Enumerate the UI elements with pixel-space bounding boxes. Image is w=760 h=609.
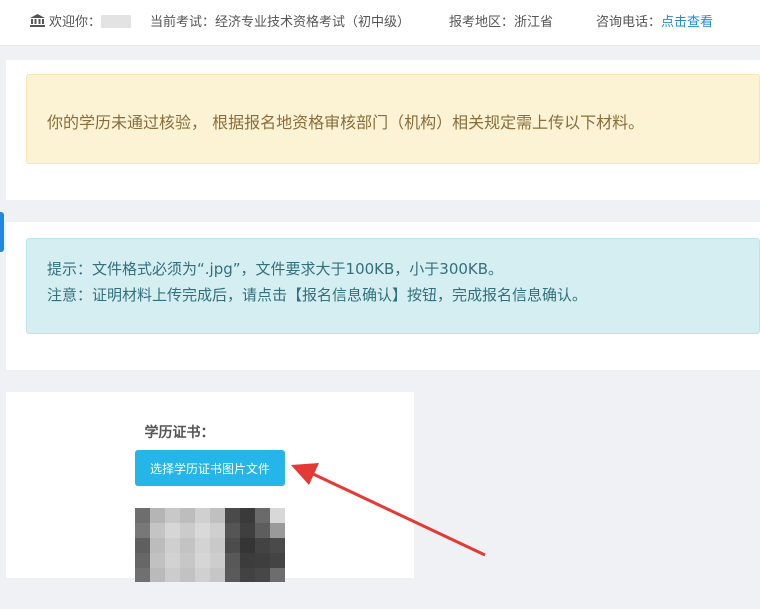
mosaic-pixel: [150, 568, 166, 582]
info-alert: 提示：文件格式必须为“.jpg”，文件要求大于100KB，小于300KB。 注意…: [26, 238, 760, 334]
mosaic-pixel: [225, 568, 241, 582]
mosaic-pixel: [240, 538, 256, 554]
current-exam: 当前考试：经济专业技术资格考试（初中级）: [150, 15, 411, 30]
mosaic-pixel: [255, 508, 271, 524]
mosaic-pixel: [195, 553, 211, 569]
warning-message: 你的学历未通过核验， 根据报名地资格审核部门（机构）相关规定需上传以下材料。: [47, 113, 645, 132]
mosaic-pixel: [240, 508, 256, 524]
mosaic-pixel: [165, 553, 181, 569]
mosaic-pixel: [180, 553, 196, 569]
side-collapse-tab[interactable]: [0, 212, 4, 252]
mosaic-pixel: [225, 538, 241, 554]
mosaic-pixel: [180, 568, 196, 582]
warning-card: 你的学历未通过核验， 根据报名地资格审核部门（机构）相关规定需上传以下材料。: [6, 60, 760, 200]
mosaic-pixel: [165, 523, 181, 539]
mosaic-pixel: [150, 538, 166, 554]
mosaic-pixel: [135, 568, 151, 582]
mosaic-pixel: [165, 538, 181, 554]
mosaic-pixel: [150, 553, 166, 569]
mosaic-pixel: [135, 553, 151, 569]
info-tip: 提示：文件格式必须为“.jpg”，文件要求大于100KB，小于300KB。: [47, 260, 504, 278]
mosaic-pixel: [240, 523, 256, 539]
mosaic-pixel: [210, 508, 226, 524]
certificate-preview-image: [135, 508, 285, 582]
mosaic-pixel: [195, 538, 211, 554]
mosaic-pixel: [135, 508, 151, 524]
mosaic-pixel: [240, 568, 256, 582]
mosaic-pixel: [270, 538, 285, 554]
select-certificate-button[interactable]: 选择学历证书图片文件: [135, 450, 285, 486]
mosaic-pixel: [210, 568, 226, 582]
mosaic-pixel: [150, 523, 166, 539]
mosaic-pixel: [150, 508, 166, 524]
mosaic-pixel: [255, 553, 271, 569]
info-note: 注意：证明材料上传完成后，请点击【报名信息确认】按钮，完成报名信息确认。: [47, 286, 588, 304]
mosaic-pixel: [180, 508, 196, 524]
info-card: 提示：文件格式必须为“.jpg”，文件要求大于100KB，小于300KB。 注意…: [6, 222, 760, 370]
mosaic-pixel: [255, 538, 271, 554]
mosaic-pixel: [135, 538, 151, 554]
mosaic-pixel: [195, 568, 211, 582]
exam-region: 报考地区：浙江省: [449, 15, 554, 30]
upload-title: 学历证书：: [144, 425, 215, 441]
mosaic-pixel: [240, 553, 256, 569]
mosaic-pixel: [225, 508, 241, 524]
warning-alert: 你的学历未通过核验， 根据报名地资格审核部门（机构）相关规定需上传以下材料。: [26, 74, 760, 164]
consult-phone: 咨询电话：点击查看: [596, 14, 713, 32]
red-arrow-icon: [291, 463, 486, 557]
mosaic-pixel: [195, 508, 211, 524]
welcome: 欢迎你：: [30, 14, 132, 32]
mosaic-pixel: [255, 523, 271, 539]
mosaic-pixel: [255, 568, 271, 582]
mosaic-pixel: [210, 523, 226, 539]
mosaic-pixel: [180, 538, 196, 554]
masked-username: [101, 15, 132, 28]
mosaic-pixel: [270, 553, 285, 569]
bank-building-icon: [30, 14, 45, 27]
mosaic-pixel: [270, 508, 285, 524]
mosaic-pixel: [165, 568, 181, 582]
mosaic-pixel: [195, 523, 211, 539]
mosaic-pixel: [225, 523, 241, 539]
welcome-label: 欢迎你：: [49, 15, 102, 30]
mosaic-pixel: [270, 523, 285, 539]
phone-link[interactable]: 点击查看: [661, 15, 713, 30]
phone-label: 咨询电话：: [596, 15, 662, 30]
mosaic-pixel: [165, 508, 181, 524]
mosaic-pixel: [180, 523, 196, 539]
mosaic-pixel: [210, 538, 226, 554]
mosaic-pixel: [210, 553, 226, 569]
mosaic-pixel: [135, 523, 151, 539]
mosaic-pixel: [270, 568, 285, 582]
mosaic-pixel: [225, 553, 241, 569]
top-info-bar: 欢迎你： 当前考试：经济专业技术资格考试（初中级） 报考地区：浙江省 咨询电话：…: [0, 0, 760, 46]
